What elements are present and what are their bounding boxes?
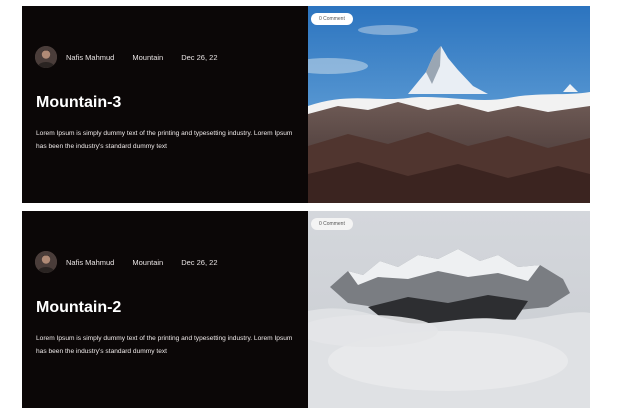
post-meta: Nafis Mahmud Mountain Dec 26, 22 bbox=[35, 45, 218, 69]
post-date: Dec 26, 22 bbox=[181, 52, 218, 62]
post-title[interactable]: Mountain-2 bbox=[36, 299, 121, 317]
post-excerpt: Lorem Ipsum is simply dummy text of the … bbox=[36, 130, 293, 150]
author-avatar[interactable] bbox=[35, 251, 57, 273]
post-title[interactable]: Mountain-3 bbox=[36, 94, 121, 112]
post-category[interactable]: Mountain bbox=[132, 258, 163, 267]
post-category[interactable]: Mountain bbox=[132, 53, 163, 62]
mountain-fog-photo bbox=[308, 211, 590, 408]
post-card[interactable]: Nafis Mahmud Mountain Dec 26, 22 Mountai… bbox=[22, 211, 590, 408]
post-content: Nafis Mahmud Mountain Dec 26, 22 Mountai… bbox=[22, 6, 308, 203]
author-name[interactable]: Nafis Mahmud bbox=[66, 258, 114, 267]
post-image[interactable]: 0 Comment bbox=[308, 6, 590, 203]
comment-count-badge[interactable]: 0 Comment bbox=[311, 13, 353, 25]
comment-count-badge[interactable]: 0 Comment bbox=[311, 218, 353, 230]
post-image[interactable]: 0 Comment bbox=[308, 211, 590, 408]
post-card[interactable]: Nafis Mahmud Mountain Dec 26, 22 Mountai… bbox=[22, 6, 590, 203]
post-excerpt: Lorem Ipsum is simply dummy text of the … bbox=[36, 335, 293, 355]
author-name[interactable]: Nafis Mahmud bbox=[66, 53, 114, 62]
post-meta: Nafis Mahmud Mountain Dec 26, 22 bbox=[35, 250, 218, 274]
post-content: Nafis Mahmud Mountain Dec 26, 22 Mountai… bbox=[22, 211, 308, 408]
post-date: Dec 26, 22 bbox=[181, 257, 218, 267]
author-avatar[interactable] bbox=[35, 46, 57, 68]
mountain-sky-photo bbox=[308, 6, 590, 203]
